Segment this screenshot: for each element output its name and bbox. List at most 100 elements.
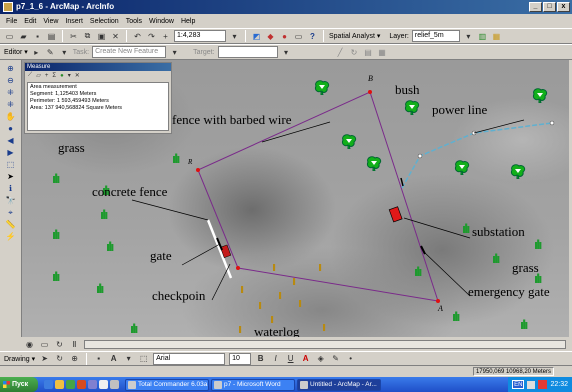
map-scale-input[interactable]: 1:4,283 <box>174 30 226 42</box>
undo-icon[interactable]: ↶ <box>132 31 143 42</box>
target-select[interactable] <box>217 46 278 58</box>
identify-icon[interactable]: ℹ <box>5 184 17 194</box>
refresh-icon[interactable]: ↻ <box>54 339 65 350</box>
full-extent-icon[interactable]: ● <box>5 124 17 134</box>
target-dropdown-icon[interactable]: ▾ <box>281 47 292 58</box>
rectangle-tool-icon[interactable]: ▪ <box>93 353 104 364</box>
app-icon[interactable] <box>77 380 86 389</box>
histogram-icon[interactable]: ▥ <box>477 31 488 42</box>
menu-edit[interactable]: Edit <box>24 18 36 25</box>
horizontal-scrollbar[interactable] <box>84 339 566 349</box>
task-arcmap[interactable]: Untitled - ArcMap - Ar... <box>297 378 381 391</box>
font-size-select[interactable]: 10 <box>229 352 252 365</box>
sketch-properties-icon[interactable]: ▦ <box>377 47 388 58</box>
find-icon[interactable]: 🔭 <box>5 196 17 206</box>
app-icon[interactable] <box>66 380 75 389</box>
go-to-xy-icon[interactable]: ⌖ <box>5 208 17 218</box>
fixed-zoom-out-icon[interactable]: ⁜ <box>5 100 17 110</box>
measure-sum-icon[interactable]: Σ <box>52 73 56 79</box>
scale-dropdown-icon[interactable]: ▾ <box>229 31 240 42</box>
app-icon[interactable] <box>99 380 108 389</box>
ie-icon[interactable] <box>44 380 53 389</box>
hyperlink-icon[interactable]: ⚡ <box>5 232 17 242</box>
measure-feature-icon[interactable]: + <box>45 73 49 79</box>
font-select[interactable]: Arial <box>153 352 226 365</box>
measure-area-icon[interactable]: ▱ <box>36 72 41 79</box>
layer-dropdown-icon[interactable]: ▾ <box>463 31 474 42</box>
spatial-analyst-menu[interactable]: Spatial Analyst ▾ <box>329 32 380 40</box>
pan-hand-icon[interactable]: ✋ <box>5 112 17 122</box>
data-view-icon[interactable]: ◉ <box>24 339 35 350</box>
split-tool-icon[interactable]: ╱ <box>335 47 346 58</box>
fill-color-icon[interactable]: ◈ <box>315 353 326 364</box>
new-document-icon[interactable]: ▭ <box>4 31 15 42</box>
italic-button[interactable]: I <box>270 353 281 364</box>
menu-insert[interactable]: Insert <box>65 18 83 25</box>
sketch-tool-icon[interactable]: ✎ <box>45 47 56 58</box>
layout-view-icon[interactable]: ▭ <box>39 339 50 350</box>
save-icon[interactable]: ▪ <box>32 31 43 42</box>
arctoolbox-icon[interactable]: ◆ <box>265 31 276 42</box>
tray-icon[interactable] <box>527 380 536 389</box>
marker-color-icon[interactable]: • <box>345 353 356 364</box>
language-indicator[interactable]: EN <box>512 380 525 389</box>
fixed-zoom-in-icon[interactable]: ⁜ <box>5 88 17 98</box>
copy-icon[interactable]: ⧉ <box>82 31 93 42</box>
layer-select[interactable]: relief_5m <box>411 30 460 42</box>
task-dropdown-icon[interactable]: ▾ <box>169 47 180 58</box>
font-color-icon[interactable]: A <box>300 353 311 364</box>
underline-button[interactable]: U <box>285 353 296 364</box>
text-tool-icon[interactable]: A <box>108 353 119 364</box>
measure-clear-icon[interactable]: ✕ <box>75 72 80 79</box>
measure-icon[interactable]: 📏 <box>5 220 17 230</box>
task-word[interactable]: p7 - Microsoft Word <box>211 378 295 391</box>
help-icon[interactable]: ? <box>307 31 318 42</box>
callout-icon[interactable]: ▾ <box>123 353 134 364</box>
edit-vertices-icon[interactable]: ⬚ <box>138 353 149 364</box>
bold-button[interactable]: B <box>255 353 266 364</box>
print-icon[interactable]: ▤ <box>46 31 57 42</box>
editor-menu[interactable]: Editor ▾ <box>4 48 28 56</box>
app-icon[interactable] <box>88 380 97 389</box>
menu-window[interactable]: Window <box>149 18 174 25</box>
start-button[interactable]: Пуск <box>0 377 38 392</box>
back-extent-icon[interactable]: ◀ <box>5 136 17 146</box>
editor-toolbar-icon[interactable]: ◩ <box>251 31 262 42</box>
menu-view[interactable]: View <box>43 18 58 25</box>
attributes-icon[interactable]: ▤ <box>363 47 374 58</box>
measure-line-icon[interactable]: ⟋ <box>28 72 32 79</box>
select-elements-icon[interactable]: ➤ <box>39 353 50 364</box>
tray-alert-icon[interactable] <box>538 380 548 389</box>
maximize-button[interactable]: □ <box>543 2 556 12</box>
drawing-menu[interactable]: Drawing ▾ <box>4 355 35 363</box>
zoom-out-icon[interactable]: ⊖ <box>5 76 17 86</box>
forward-extent-icon[interactable]: ▶ <box>5 148 17 158</box>
menu-selection[interactable]: Selection <box>90 18 119 25</box>
rotate-icon[interactable]: ↻ <box>54 353 65 364</box>
folder-icon[interactable] <box>55 380 64 389</box>
calculator-icon[interactable]: ▦ <box>491 31 502 42</box>
select-features-icon[interactable]: ⬚ <box>5 160 17 170</box>
close-button[interactable]: x <box>557 2 570 12</box>
cut-icon[interactable]: ✂ <box>68 31 79 42</box>
zoom-in-icon[interactable]: ⊕ <box>5 64 17 74</box>
command-line-icon[interactable]: ● <box>279 31 290 42</box>
edit-tool-icon[interactable]: ▸ <box>31 47 42 58</box>
measure-snap-icon[interactable]: ● <box>60 73 64 79</box>
delete-icon[interactable]: ✕ <box>110 31 121 42</box>
redo-icon[interactable]: ↷ <box>146 31 157 42</box>
task-select[interactable]: Create New Feature <box>92 46 167 58</box>
window-icon[interactable]: ▭ <box>293 31 304 42</box>
paste-icon[interactable]: ▣ <box>96 31 107 42</box>
select-elements-icon[interactable]: ➤ <box>5 172 17 182</box>
sketch-dropdown-icon[interactable]: ▾ <box>59 47 70 58</box>
menu-tools[interactable]: Tools <box>126 18 142 25</box>
zoom-whole-page-icon[interactable]: ⊕ <box>69 353 80 364</box>
measure-dialog[interactable]: Measure ⟋ ▱ + Σ ● ▾ ✕ Area measurement S… <box>24 62 172 134</box>
open-folder-icon[interactable]: ▰ <box>18 31 29 42</box>
measure-units-icon[interactable]: ▾ <box>68 72 71 79</box>
line-color-icon[interactable]: ✎ <box>330 353 341 364</box>
pause-drawing-icon[interactable]: Ⅱ <box>69 339 80 350</box>
menu-file[interactable]: File <box>6 18 17 25</box>
minimize-button[interactable]: _ <box>529 2 542 12</box>
